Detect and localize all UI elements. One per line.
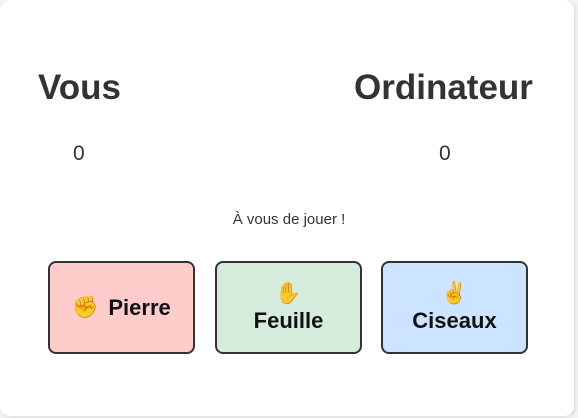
paper-button-label: Feuille <box>253 307 324 333</box>
player-label-computer: Ordinateur <box>354 68 533 107</box>
score-computer: 0 <box>439 142 451 165</box>
score-you: 0 <box>73 142 85 165</box>
victory-hand-icon: ✌️ <box>441 281 468 305</box>
raised-fist-icon: ✊ <box>72 295 99 319</box>
scissors-button-label: Ciseaux <box>412 307 497 333</box>
scissors-button[interactable]: ✌️ Ciseaux <box>381 261 528 354</box>
raised-hand-icon: ✋ <box>275 281 302 305</box>
paper-button[interactable]: ✋ Feuille <box>215 261 362 354</box>
status-message: À vous de jouer ! <box>232 211 346 228</box>
rock-button[interactable]: ✊ Pierre <box>48 261 195 354</box>
player-label-you: Vous <box>38 68 121 107</box>
rock-button-label: Pierre <box>108 294 171 320</box>
game-card: Vous Ordinateur 0 0 À vous de jouer ! ✊ … <box>0 0 574 416</box>
